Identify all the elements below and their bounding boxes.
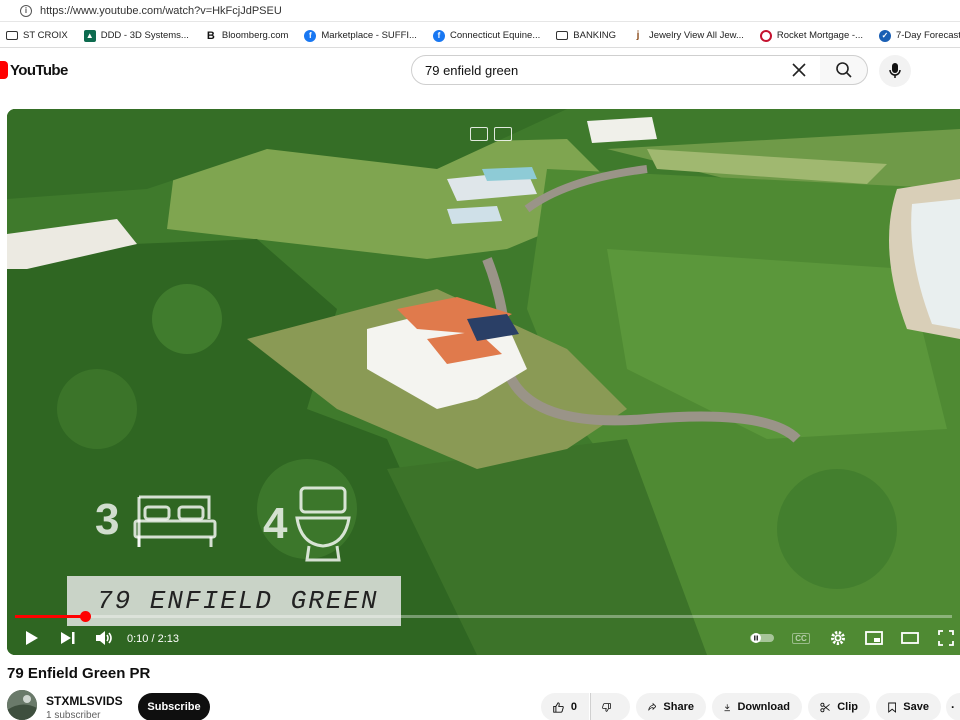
next-button[interactable] xyxy=(57,627,79,649)
folder-icon xyxy=(556,31,569,40)
dislike-button[interactable] xyxy=(590,693,630,720)
url-text[interactable]: https://www.youtube.com/watch?v=HkFcjJdP… xyxy=(40,5,282,17)
download-icon xyxy=(724,703,730,711)
captions-button[interactable]: CC xyxy=(790,627,812,649)
microphone-icon xyxy=(889,63,901,78)
channel-avatar[interactable] xyxy=(7,690,37,720)
theater-mode-button[interactable] xyxy=(899,627,921,649)
play-button[interactable] xyxy=(21,627,43,649)
video-title: 79 Enfield Green PR xyxy=(7,665,151,682)
volume-icon xyxy=(96,631,112,645)
bookmark-connecticut-equine[interactable]: f Connecticut Equine... xyxy=(432,29,540,42)
search-input[interactable] xyxy=(425,62,785,78)
facebook-icon: f xyxy=(304,29,317,42)
overlay-icons xyxy=(470,127,512,141)
bedrooms-count: 3 xyxy=(95,495,120,544)
channel-name[interactable]: STXMLSVIDS xyxy=(46,694,123,708)
fullscreen-button[interactable] xyxy=(935,627,957,649)
youtube-header: YouTube xyxy=(0,50,960,94)
bookmark-rocket-mortgage[interactable]: Rocket Mortgage -... xyxy=(759,29,863,42)
avatar-image xyxy=(7,690,37,720)
mini-player-overlay-icon[interactable] xyxy=(470,127,488,141)
bathrooms-stat: 4 xyxy=(263,484,353,564)
thumbs-up-icon xyxy=(553,701,564,713)
search-box xyxy=(411,55,821,85)
settings-button[interactable] xyxy=(827,627,849,649)
more-actions-button[interactable]: · xyxy=(946,693,960,720)
bookmark-jewelry[interactable]: j Jewelry View All Jew... xyxy=(632,29,744,42)
next-icon xyxy=(61,632,75,644)
rocket-icon xyxy=(759,29,772,42)
share-icon xyxy=(648,702,657,711)
gear-icon xyxy=(831,631,845,645)
jewelry-icon: j xyxy=(632,29,645,42)
folder-icon xyxy=(6,31,18,40)
site-info-icon[interactable]: i xyxy=(20,4,32,17)
weather-icon: ✓ xyxy=(878,29,891,42)
more-icon: · xyxy=(951,700,955,714)
bedrooms-stat: 3 xyxy=(95,489,219,551)
bathrooms-count: 4 xyxy=(263,499,288,548)
bookmark-marketplace[interactable]: f Marketplace - SUFFI... xyxy=(304,29,417,42)
cast-overlay-icon[interactable] xyxy=(494,127,512,141)
ddd-icon: ▲ xyxy=(83,29,96,42)
bookmark-ddd[interactable]: ▲ DDD - 3D Systems... xyxy=(83,29,189,42)
like-count: 0 xyxy=(570,701,577,713)
share-button[interactable]: Share xyxy=(636,693,706,720)
miniplayer-button[interactable] xyxy=(863,627,885,649)
captions-icon: CC xyxy=(792,632,810,644)
miniplayer-icon xyxy=(865,631,883,645)
scissors-icon xyxy=(820,702,830,712)
bookmarks-bar: ST CROIX ▲ DDD - 3D Systems... B Bloomberg… xyxy=(0,24,960,48)
address-title-card: 79 ENFIELD GREEN xyxy=(67,576,401,626)
like-button[interactable]: 0 xyxy=(541,693,589,720)
autoplay-toggle-icon xyxy=(750,633,774,643)
facebook-icon: f xyxy=(432,29,445,42)
autoplay-toggle[interactable] xyxy=(748,627,776,649)
theater-icon xyxy=(901,632,919,644)
volume-button[interactable] xyxy=(93,627,115,649)
bed-icon xyxy=(133,495,217,547)
youtube-play-icon xyxy=(0,61,8,79)
time-display: 0:10 / 2:13 xyxy=(127,633,179,645)
download-button[interactable]: Download xyxy=(712,693,802,720)
video-player[interactable]: 3 4 79 ENFIELD GREEN 0:10 / 2:13 CC xyxy=(7,109,960,655)
thumbs-down-icon xyxy=(602,702,611,712)
voice-search-button[interactable] xyxy=(879,55,911,87)
bookmark-bloomberg[interactable]: B Bloomberg.com xyxy=(204,29,288,42)
progress-fill xyxy=(15,615,86,618)
youtube-logo[interactable]: YouTube xyxy=(0,61,68,79)
play-icon xyxy=(26,631,38,645)
bookmark-banking[interactable]: BANKING xyxy=(556,30,616,41)
bookmark-st-croix[interactable]: ST CROIX xyxy=(6,30,68,41)
progress-bar[interactable] xyxy=(15,611,952,622)
bookmark-forecast[interactable]: ✓7-Day Forecast for L... xyxy=(878,29,960,42)
bloomberg-icon: B xyxy=(204,29,217,42)
fullscreen-icon xyxy=(938,630,954,646)
clip-button[interactable]: Clip xyxy=(808,693,870,720)
save-button[interactable]: Save xyxy=(876,693,941,720)
clear-icon[interactable] xyxy=(790,61,808,79)
search-button[interactable] xyxy=(820,55,868,85)
search-icon xyxy=(835,62,852,78)
bookmark-icon xyxy=(888,702,897,713)
address-bar[interactable]: i https://www.youtube.com/watch?v=HkFcjJ… xyxy=(0,0,960,22)
subscribe-button[interactable]: Subscribe xyxy=(138,693,210,720)
toilet-icon xyxy=(295,486,352,562)
subscriber-count: 1 subscriber xyxy=(46,710,101,720)
video-frame-image xyxy=(7,109,960,655)
player-controls: 0:10 / 2:13 CC xyxy=(7,623,960,653)
